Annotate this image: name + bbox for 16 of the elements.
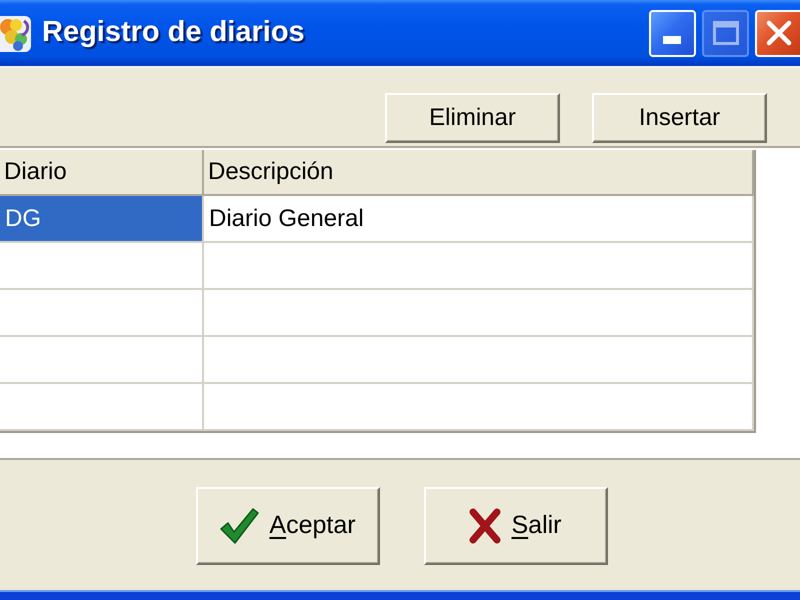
maximize-icon	[712, 21, 738, 45]
table-cell: Diario General	[204, 196, 754, 243]
minimize-icon	[663, 36, 681, 44]
toolbar-button[interactable]: Insertar	[592, 93, 767, 143]
cross-icon	[469, 508, 502, 544]
dialog-button[interactable]: Aceptar	[196, 487, 380, 565]
window-title: Registro de diarios	[42, 15, 305, 50]
table-cell: DG	[0, 196, 204, 243]
dialog-button[interactable]: Salir	[424, 487, 608, 565]
toolbar-button[interactable]: Eliminar	[385, 93, 560, 143]
close-button[interactable]	[755, 10, 800, 56]
close-icon	[766, 20, 792, 46]
column-header[interactable]: Diario	[0, 150, 204, 196]
minimize-button[interactable]	[649, 10, 696, 56]
column-header[interactable]: Descripción	[204, 150, 754, 196]
check-icon	[219, 507, 260, 545]
